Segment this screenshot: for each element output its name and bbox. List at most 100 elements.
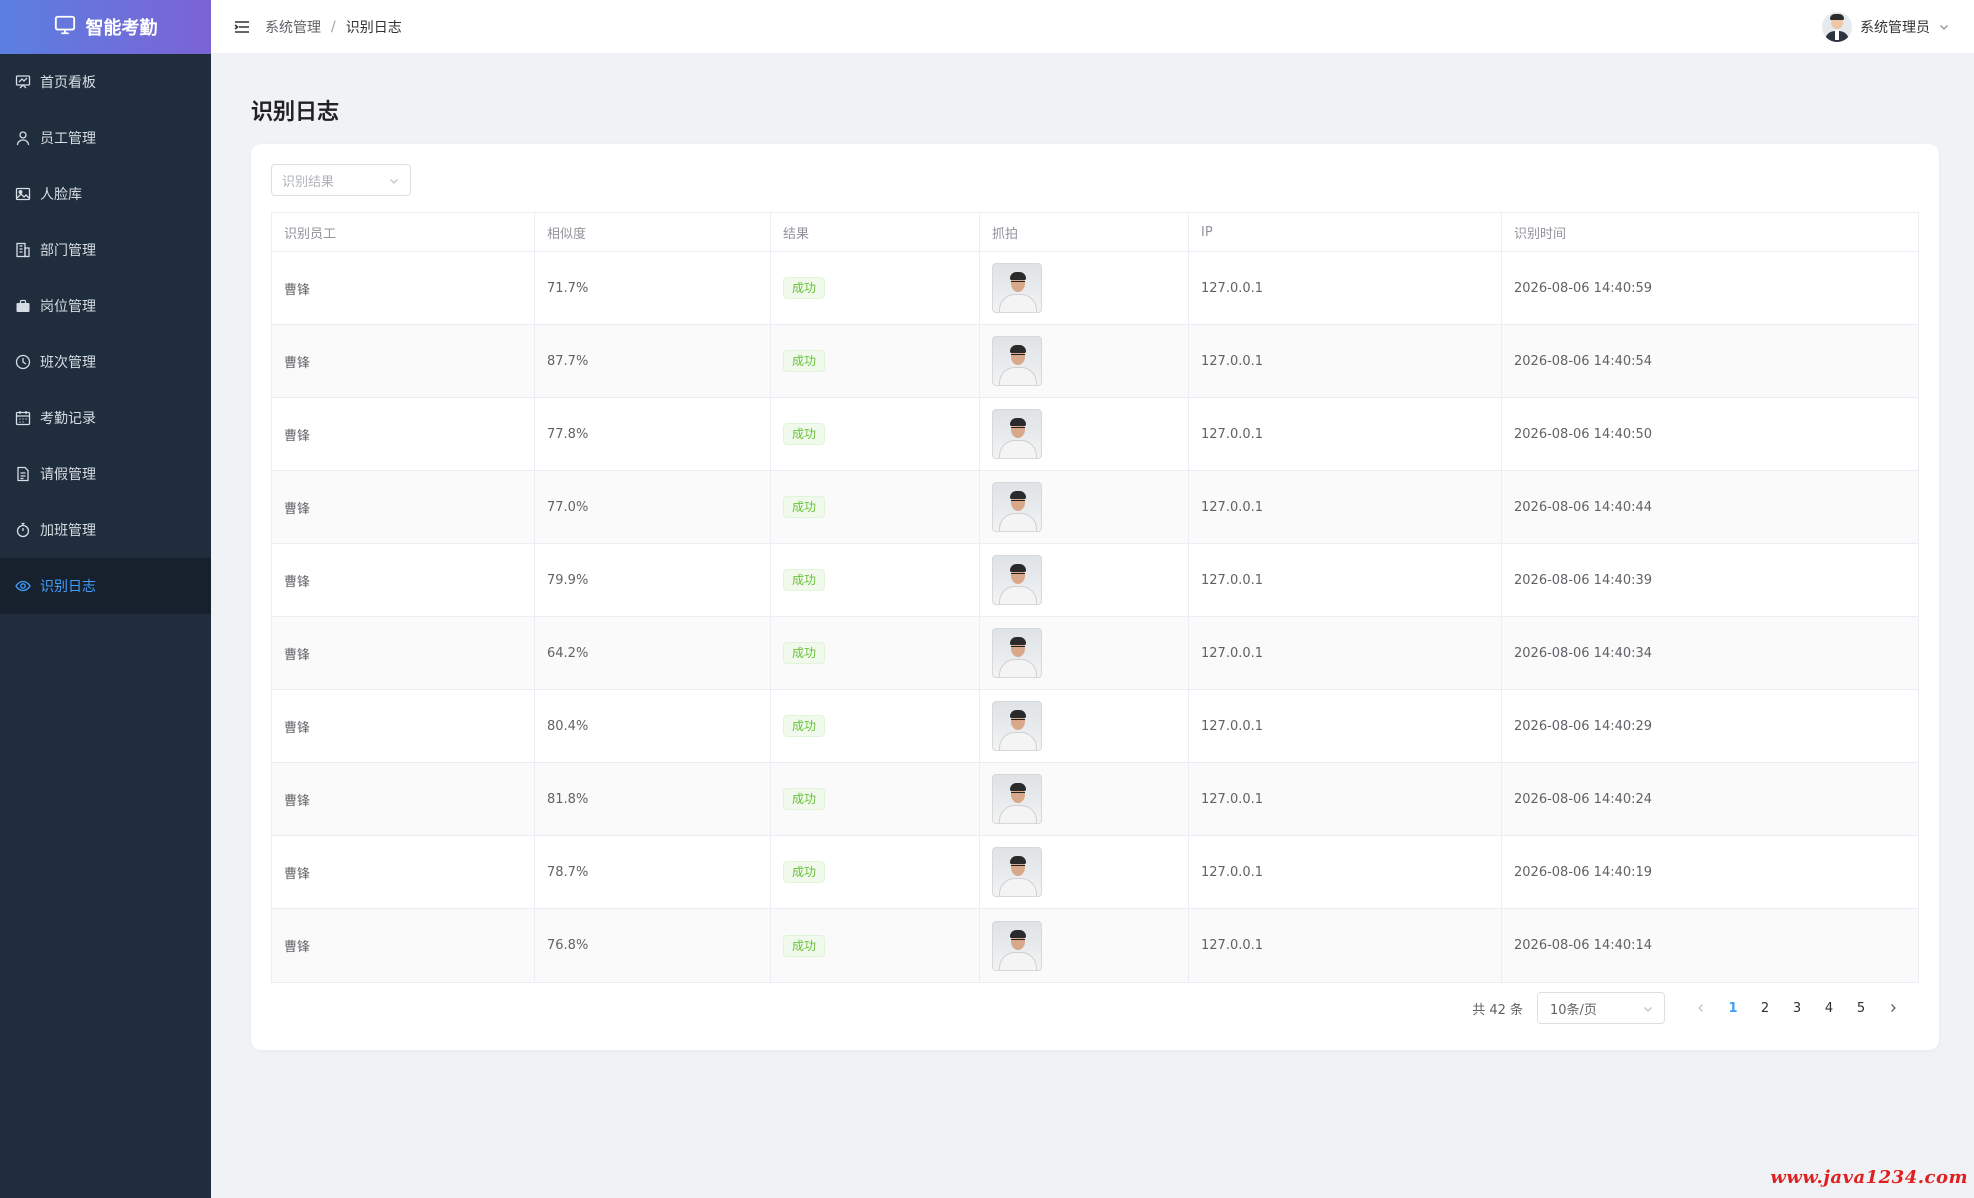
chevron-right-icon [1891, 1004, 1896, 1012]
sidebar-item-label: 请假管理 [40, 467, 96, 483]
snapshot-thumbnail[interactable] [992, 920, 1042, 971]
result-cell: 成功 [771, 325, 980, 397]
result-cell: 成功 [771, 690, 980, 762]
time-cell: 2026-08-06 14:40:14 [1514, 938, 1653, 953]
sidebar-item-shifts[interactable]: 班次管理 [0, 334, 211, 390]
building-icon [15, 242, 31, 258]
user-icon [15, 130, 31, 146]
user-menu[interactable]: 系统管理员 [1822, 0, 1950, 54]
result-cell: 成功 [771, 763, 980, 835]
table-row: 曹锋 79.9% 成功 127.0.0.1 2026-08-06 14:40:39 [272, 544, 1918, 617]
snapshot-thumbnail[interactable] [992, 336, 1042, 386]
employee-cell: 曹锋 [272, 544, 535, 616]
user-name: 系统管理员 [1860, 20, 1930, 36]
sidebar-item-dashboard[interactable]: 首页看板 [0, 54, 211, 110]
status-badge: 成功 [783, 277, 826, 299]
stopwatch-icon [15, 522, 31, 538]
snapshot-thumbnail[interactable] [992, 263, 1042, 313]
status-badge: 成功 [783, 934, 826, 957]
column-header-snapshot: 抓拍 [980, 213, 1189, 251]
page-size-select[interactable]: 10条/页 [1537, 992, 1665, 1024]
sidebar-item-employees[interactable]: 员工管理 [0, 110, 211, 166]
menu-toggle-icon[interactable] [233, 18, 251, 36]
snapshot-cell [980, 544, 1189, 616]
breadcrumb-separator: / [331, 18, 336, 35]
prev-page-button[interactable] [1685, 992, 1717, 1024]
table-row: 曹锋 77.8% 成功 127.0.0.1 2026-08-06 14:40:50 [272, 398, 1918, 471]
employee-cell: 曹锋 [272, 836, 535, 908]
snapshot-thumbnail[interactable] [992, 409, 1042, 459]
chevron-left-icon [1698, 1004, 1703, 1012]
similarity-cell: 64.2% [535, 617, 771, 689]
snapshot-thumbnail[interactable] [992, 555, 1042, 605]
sidebar-item-recognition-log[interactable]: 识别日志 [0, 558, 211, 614]
pagination: 共 42 条 10条/页 12345 [1472, 992, 1909, 1024]
table-row: 曹锋 77.0% 成功 127.0.0.1 2026-08-06 14:40:44 [272, 471, 1918, 544]
sidebar-item-positions[interactable]: 岗位管理 [0, 278, 211, 334]
watermark: www.java1234.com [1770, 1167, 1968, 1188]
page-title: 识别日志 [251, 100, 340, 125]
snapshot-thumbnail[interactable] [992, 701, 1042, 751]
sidebar-item-overtime[interactable]: 加班管理 [0, 502, 211, 558]
time-cell: 2026-08-06 14:40:54 [1514, 353, 1653, 369]
snapshot-thumbnail[interactable] [992, 482, 1042, 532]
similarity-cell: 87.7% [535, 325, 771, 397]
status-badge: 成功 [783, 496, 826, 518]
page-button-1[interactable]: 1 [1717, 992, 1749, 1024]
employee-cell: 曹锋 [272, 325, 535, 397]
recognition-log-table: 识别员工 相似度 结果 抓拍 IP 识别时间 曹锋 71.7% 成功 127.0.0.… [271, 212, 1919, 983]
snapshot-cell [980, 690, 1189, 762]
time-cell: 2026-08-06 14:40:29 [1514, 718, 1653, 734]
page-button-4[interactable]: 4 [1813, 992, 1845, 1024]
monitor-icon [54, 14, 76, 41]
status-badge: 成功 [783, 715, 826, 737]
ip-cell: 127.0.0.1 [1189, 836, 1502, 908]
snapshot-cell [980, 325, 1189, 397]
page-button-3[interactable]: 3 [1781, 992, 1813, 1024]
filter-placeholder: 识别结果 [282, 174, 335, 190]
page-button-2[interactable]: 2 [1749, 992, 1781, 1024]
similarity-cell: 80.4% [535, 690, 771, 762]
page-button-5[interactable]: 5 [1845, 992, 1877, 1024]
chevron-down-icon [1938, 21, 1950, 33]
table-row: 曹锋 76.8% 成功 127.0.0.1 2026-08-06 14:40:14 [272, 909, 1918, 982]
table-row: 曹锋 78.7% 成功 127.0.0.1 2026-08-06 14:40:19 [272, 836, 1918, 909]
sidebar-item-label: 班次管理 [40, 355, 96, 371]
sidebar-item-faces[interactable]: 人脸库 [0, 166, 211, 222]
sidebar-item-label: 首页看板 [40, 75, 96, 91]
snapshot-thumbnail[interactable] [992, 847, 1042, 897]
result-filter-select[interactable]: 识别结果 [271, 164, 411, 196]
content-card: 识别结果 识别员工 相似度 结果 抓拍 IP 识别时间 曹锋 71.7% 成功 127… [251, 144, 1939, 1050]
sidebar-item-leave[interactable]: 请假管理 [0, 446, 211, 502]
snapshot-cell [980, 909, 1189, 982]
breadcrumb-item-current: 识别日志 [345, 19, 402, 36]
employee-cell: 曹锋 [272, 471, 535, 543]
snapshot-thumbnail[interactable] [992, 628, 1042, 678]
ip-cell: 127.0.0.1 [1189, 690, 1502, 762]
ip-cell: 127.0.0.1 [1189, 763, 1502, 835]
snapshot-thumbnail[interactable] [992, 774, 1042, 824]
ip-cell: 127.0.0.1 [1189, 252, 1502, 324]
result-cell: 成功 [771, 398, 980, 470]
table-row: 曹锋 71.7% 成功 127.0.0.1 2026-08-06 14:40:59 [272, 252, 1918, 325]
app-logo[interactable]: 智能考勤 [0, 0, 211, 54]
time-cell: 2026-08-06 14:40:59 [1514, 280, 1653, 296]
employee-cell: 曹锋 [272, 909, 535, 982]
breadcrumb-item-system[interactable]: 系统管理 [265, 17, 321, 37]
column-header-employee: 识别员工 [272, 213, 535, 251]
page-numbers: 12345 [1717, 992, 1877, 1024]
page-size-value: 10条/页 [1550, 1002, 1597, 1018]
breadcrumb: 系统管理 / 识别日志 [265, 17, 402, 37]
column-header-time: 识别时间 [1514, 226, 1567, 242]
result-cell: 成功 [771, 252, 980, 324]
column-header-similarity: 相似度 [535, 213, 771, 251]
next-page-button[interactable] [1877, 992, 1909, 1024]
sidebar-item-attendance[interactable]: 考勤记录 [0, 390, 211, 446]
snapshot-cell [980, 398, 1189, 470]
sidebar-item-departments[interactable]: 部门管理 [0, 222, 211, 278]
picture-icon [15, 186, 31, 202]
employee-cell: 曹锋 [272, 252, 535, 324]
ip-cell: 127.0.0.1 [1189, 471, 1502, 543]
employee-cell: 曹锋 [272, 617, 535, 689]
similarity-cell: 77.8% [535, 398, 771, 470]
